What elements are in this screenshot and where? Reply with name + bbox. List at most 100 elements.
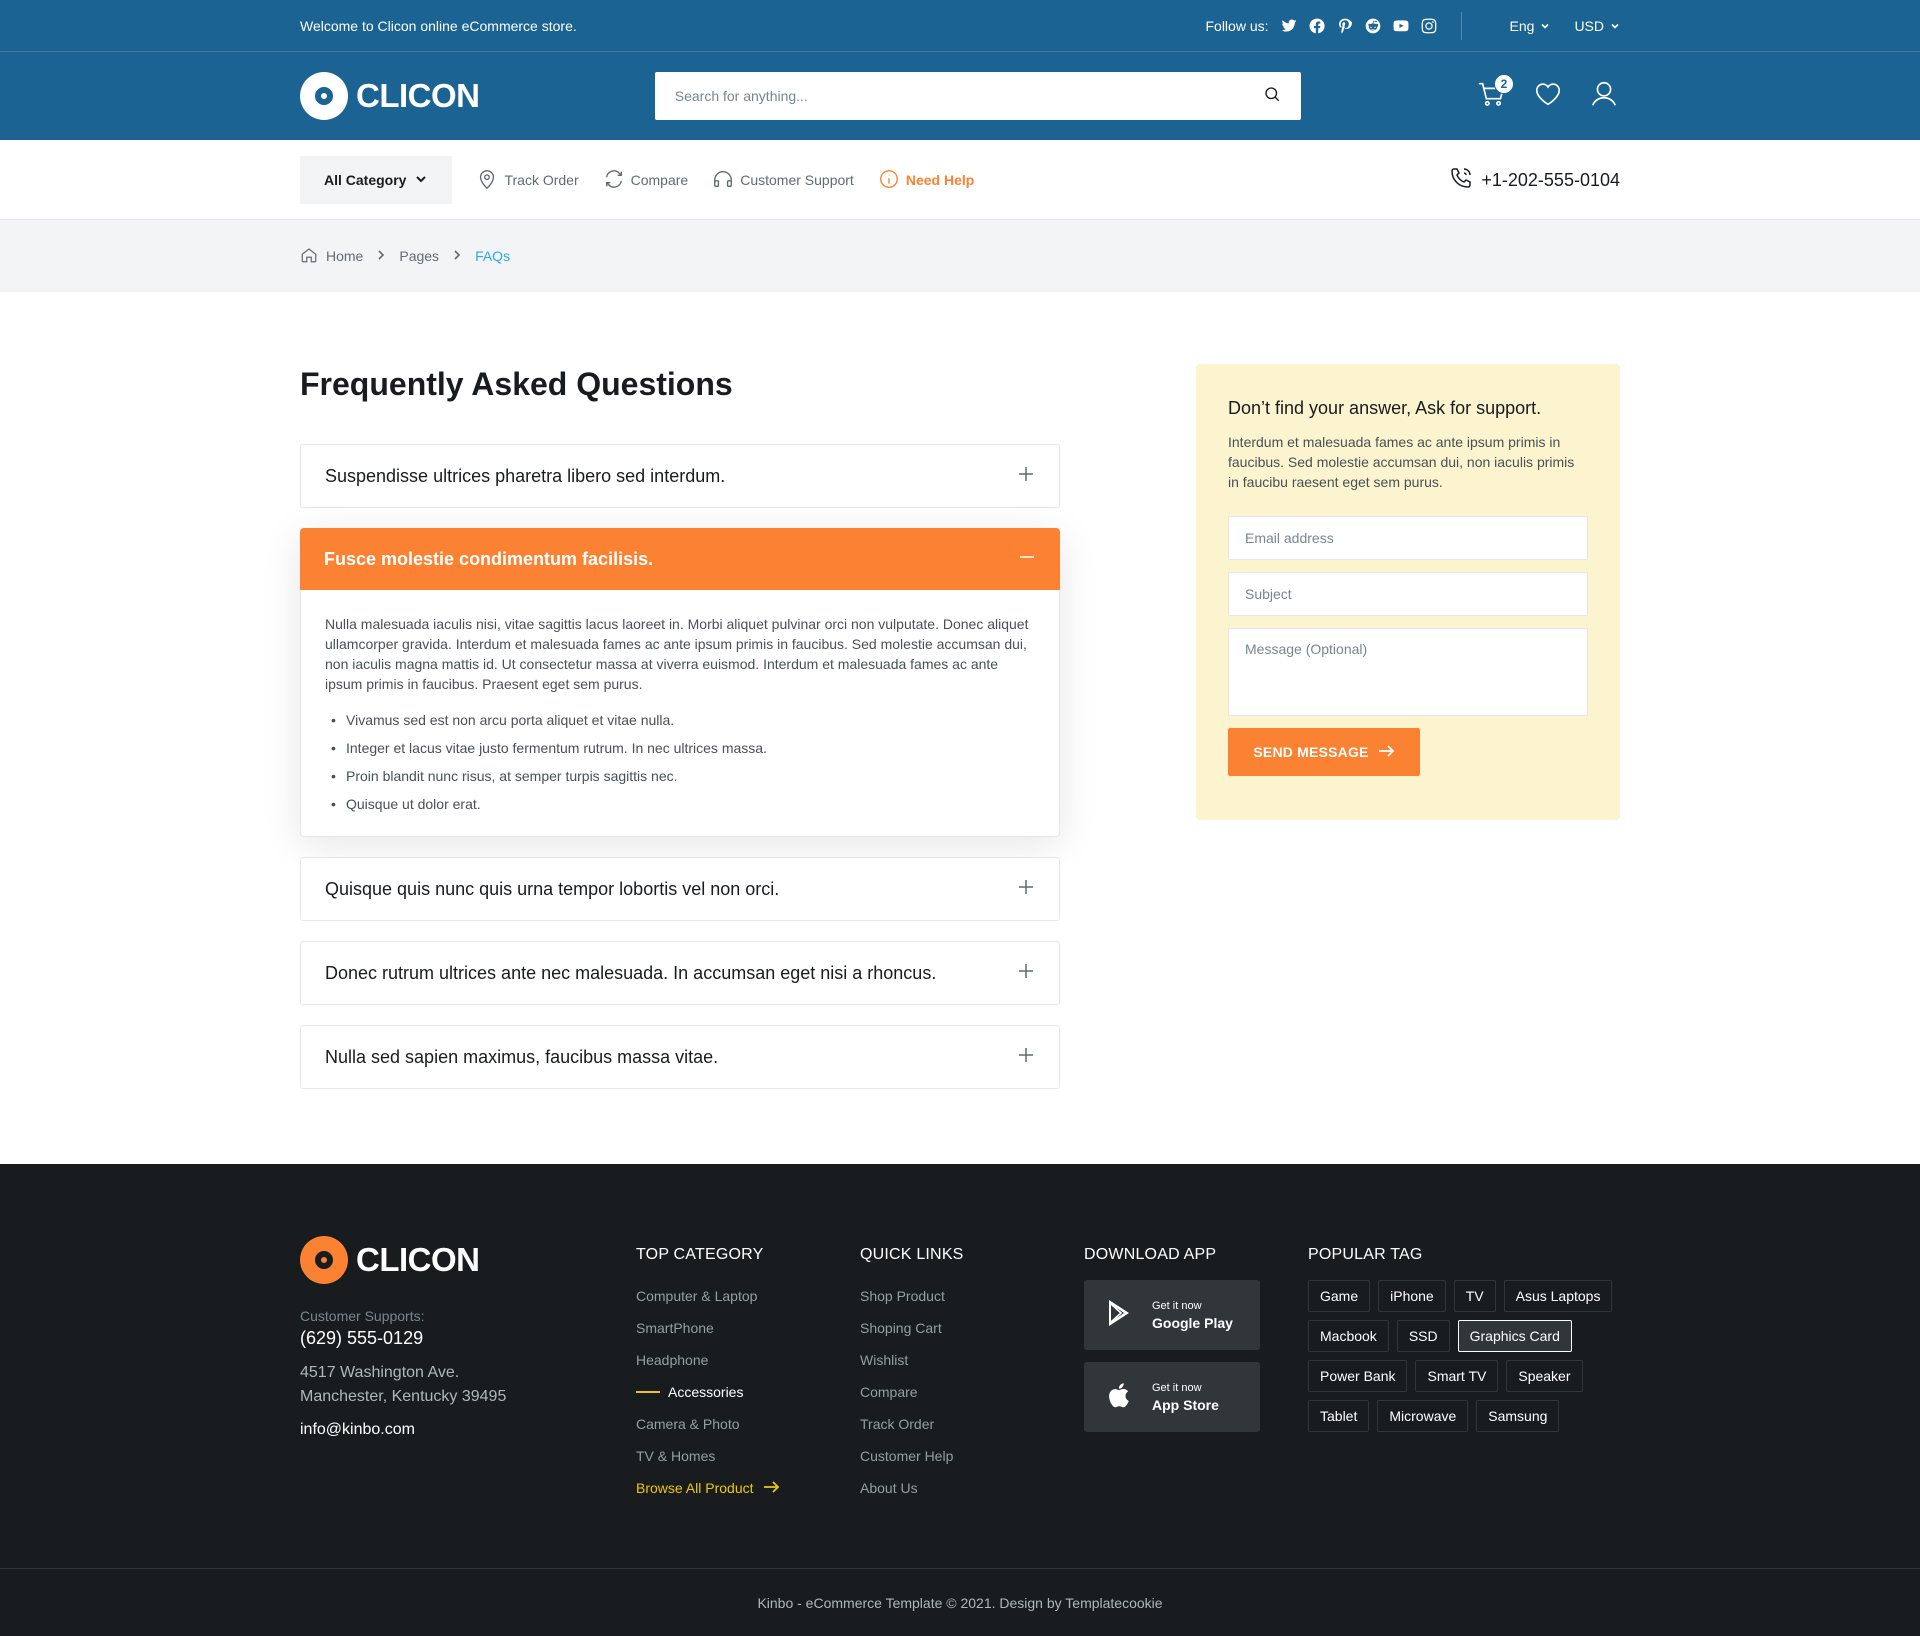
minus-icon xyxy=(1018,548,1036,571)
site-logo[interactable]: CLICON xyxy=(300,72,480,120)
footer-link[interactable]: Compare xyxy=(860,1376,1084,1408)
tag-chip[interactable]: Microwave xyxy=(1377,1400,1469,1432)
faq-answer: Nulla malesuada iaculis nisi, vitae sagi… xyxy=(300,590,1060,837)
instagram-icon[interactable] xyxy=(1421,18,1437,34)
footer-link[interactable]: Track Order xyxy=(860,1408,1084,1440)
faq-item-expanded: Fusce molestie condimentum facilisis. Nu… xyxy=(300,528,1060,837)
tag-chip[interactable]: Asus Laptops xyxy=(1503,1280,1613,1312)
footer-link[interactable]: Camera & Photo xyxy=(636,1408,860,1440)
copyright-bar: Kinbo - eCommerce Template © 2021. Desig… xyxy=(0,1568,1920,1636)
contact-phone[interactable]: +1-202-555-0104 xyxy=(1449,166,1620,195)
youtube-icon[interactable] xyxy=(1393,18,1409,34)
top-strip: Welcome to Clicon online eCommerce store… xyxy=(0,0,1920,52)
main-header: CLICON 2 xyxy=(0,52,1920,140)
search-input[interactable] xyxy=(674,88,1235,104)
language-select[interactable]: Eng xyxy=(1510,18,1551,34)
browse-all-link[interactable]: Browse All Product xyxy=(636,1472,860,1504)
support-form-card: Don’t find your answer, Ask for support.… xyxy=(1196,364,1620,820)
google-play-button[interactable]: Get it now Google Play xyxy=(1084,1280,1260,1350)
faq-question-toggle[interactable]: Donec rutrum ultrices ante nec malesuada… xyxy=(301,942,1059,1004)
currency-value: USD xyxy=(1574,18,1604,34)
breadcrumb-pages[interactable]: Pages xyxy=(399,248,439,264)
subject-field[interactable] xyxy=(1228,572,1588,616)
social-follow: Follow us: xyxy=(1205,18,1436,34)
send-message-label: SEND MESSAGE xyxy=(1253,744,1369,760)
twitter-icon[interactable] xyxy=(1281,18,1297,34)
tag-chip[interactable]: iPhone xyxy=(1378,1280,1446,1312)
tag-chip[interactable]: Macbook xyxy=(1308,1320,1389,1352)
plus-icon xyxy=(1017,878,1035,901)
nav-need-help-label: Need Help xyxy=(905,172,975,188)
footer-column-title: TOP CATEGORY xyxy=(636,1246,764,1263)
plus-icon xyxy=(1017,465,1035,488)
footer-link[interactable]: Headphone xyxy=(636,1344,860,1376)
follow-label: Follow us: xyxy=(1205,18,1269,34)
divider xyxy=(1460,12,1462,40)
browse-all-label: Browse All Product xyxy=(636,1480,754,1496)
cart-button[interactable]: 2 xyxy=(1476,74,1514,112)
home-icon[interactable] xyxy=(300,246,318,267)
nav-customer-support-label: Customer Support xyxy=(740,172,854,188)
tag-chip[interactable]: Speaker xyxy=(1506,1360,1583,1392)
footer-phone[interactable]: (629) 555-0129 xyxy=(300,1328,636,1349)
secondary-nav: All Category Track Order Compare Custome… xyxy=(0,140,1920,220)
footer-link[interactable]: Computer & Laptop xyxy=(636,1280,860,1312)
faq-question: Donec rutrum ultrices ante nec malesuada… xyxy=(325,962,937,983)
wishlist-button[interactable] xyxy=(1532,80,1564,112)
tag-chip[interactable]: SSD xyxy=(1396,1320,1450,1352)
footer-link-active[interactable]: Accessories xyxy=(636,1376,860,1408)
breadcrumb-home[interactable]: Home xyxy=(326,248,363,264)
reddit-icon[interactable] xyxy=(1365,18,1381,34)
pinterest-icon[interactable] xyxy=(1337,18,1353,34)
footer-link[interactable]: Shop Product xyxy=(860,1280,1084,1312)
tag-chip-active[interactable]: Graphics Card xyxy=(1457,1320,1572,1352)
footer-logo-text: CLICON xyxy=(356,1241,480,1278)
nav-need-help[interactable]: Need Help xyxy=(878,168,974,193)
account-button[interactable] xyxy=(1588,80,1620,112)
facebook-icon[interactable] xyxy=(1309,18,1325,34)
nav-compare[interactable]: Compare xyxy=(603,168,688,193)
faq-answer-text: Nulla malesuada iaculis nisi, vitae sagi… xyxy=(325,616,1029,692)
site-footer: CLICON Customer Supports: (629) 555-0129… xyxy=(0,1164,1920,1636)
map-pin-icon xyxy=(476,168,498,193)
faq-item: Suspendisse ultrices pharetra libero sed… xyxy=(300,444,1060,508)
list-item: Proin blandit nunc risus, at semper turp… xyxy=(325,766,1035,786)
nav-track-order[interactable]: Track Order xyxy=(476,168,579,193)
footer-link[interactable]: Shoping Cart xyxy=(860,1312,1084,1344)
tag-chip[interactable]: Smart TV xyxy=(1415,1360,1499,1392)
faq-item: Nulla sed sapien maximus, faucibus massa… xyxy=(300,1025,1060,1089)
search-icon[interactable] xyxy=(1263,85,1281,108)
footer-link[interactable]: About Us xyxy=(860,1472,1084,1504)
nav-track-order-label: Track Order xyxy=(504,172,579,188)
footer-email[interactable]: info@kinbo.com xyxy=(300,1421,636,1439)
send-message-button[interactable]: SEND MESSAGE xyxy=(1228,728,1420,776)
app-store-button[interactable]: Get it now App Store xyxy=(1084,1362,1260,1432)
all-category-dropdown[interactable]: All Category xyxy=(300,156,453,204)
cart-count-badge: 2 xyxy=(1494,74,1514,94)
nav-customer-support[interactable]: Customer Support xyxy=(712,168,854,193)
footer-link[interactable]: Wishlist xyxy=(860,1344,1084,1376)
faq-question-toggle[interactable]: Nulla sed sapien maximus, faucibus massa… xyxy=(301,1026,1059,1088)
tag-chip[interactable]: Game xyxy=(1308,1280,1371,1312)
all-category-label: All Category xyxy=(324,172,407,188)
logo-mark-icon xyxy=(300,72,348,120)
tag-chip[interactable]: Power Bank xyxy=(1308,1360,1408,1392)
faq-question-toggle[interactable]: Fusce molestie condimentum facilisis. xyxy=(300,528,1060,590)
faq-question-toggle[interactable]: Suspendisse ultrices pharetra libero sed… xyxy=(301,445,1059,507)
footer-logo[interactable]: CLICON xyxy=(300,1236,636,1284)
google-play-label: Google Play xyxy=(1152,1314,1233,1331)
faq-question: Nulla sed sapien maximus, faucibus massa… xyxy=(325,1046,719,1067)
message-field[interactable] xyxy=(1228,628,1588,716)
footer-link[interactable]: Customer Help xyxy=(860,1440,1084,1472)
tag-chip[interactable]: Tablet xyxy=(1308,1400,1370,1432)
footer-link[interactable]: SmartPhone xyxy=(636,1312,860,1344)
footer-column-title: POPULAR TAG xyxy=(1308,1246,1423,1263)
faq-question-toggle[interactable]: Quisque quis nunc quis urna tempor lobor… xyxy=(301,858,1059,920)
arrow-right-icon xyxy=(1377,742,1395,763)
currency-select[interactable]: USD xyxy=(1574,18,1620,34)
tag-chip[interactable]: TV xyxy=(1453,1280,1496,1312)
tag-chip[interactable]: Samsung xyxy=(1476,1400,1560,1432)
email-field[interactable] xyxy=(1228,516,1588,560)
address-line: Manchester, Kentucky 39495 xyxy=(300,1388,507,1405)
footer-link[interactable]: TV & Homes xyxy=(636,1440,860,1472)
